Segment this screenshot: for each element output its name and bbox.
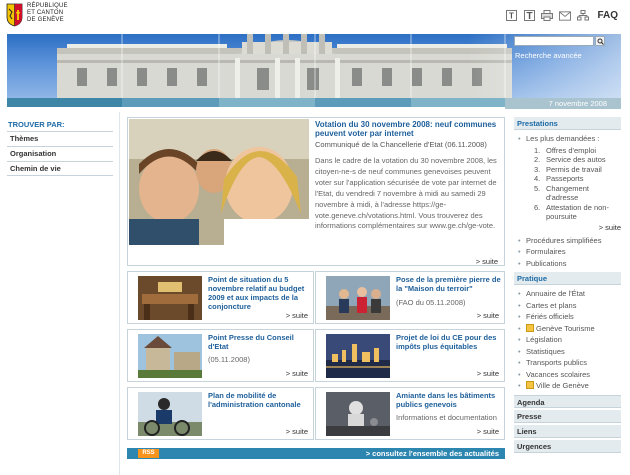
prestations-list: Les plus demandées : (514, 130, 621, 145)
list-item[interactable]: Transports publics (518, 357, 621, 369)
list-item[interactable]: Annuaire de l'État (518, 288, 621, 300)
print-icon[interactable] (541, 10, 554, 21)
news-title[interactable]: Amiante dans les bâtiments publics genev… (396, 391, 501, 409)
agenda-heading[interactable]: Agenda (514, 394, 621, 408)
search-button[interactable] (595, 36, 605, 46)
news-item: Projet de loi du CE pour des impôts plus… (315, 329, 505, 382)
header-tools: T T FAQ (505, 10, 618, 21)
tourism-icon (526, 323, 534, 332)
nav-item-chemin-de-vie[interactable]: Chemin de vie (7, 161, 113, 176)
nav-item-themes[interactable]: Thèmes (7, 131, 113, 146)
list-item[interactable]: 4. Passeports (534, 174, 621, 184)
pratique-links: Annuaire de l'État Cartes et plans Férié… (514, 285, 621, 395)
news-item: Pose de la première pierre de la "Maison… (315, 271, 505, 324)
news-title[interactable]: Point Presse du Conseil d'Etat (208, 333, 313, 351)
news-subtitle: (FAO du 05.11.2008) (396, 298, 466, 307)
list-item[interactable]: Ville de Genève (518, 380, 621, 392)
news-more-link[interactable]: > suite (286, 427, 308, 436)
list-item[interactable]: Formulaires (518, 246, 621, 258)
search-icon (597, 38, 604, 45)
prestations-links: Procédures simplifiées Formulaires Publi… (514, 234, 621, 273)
news-photo[interactable] (326, 276, 390, 320)
news-photo[interactable] (326, 392, 390, 436)
featured-article: Votation du 30 novembre 2008: neuf commu… (127, 117, 505, 266)
all-news-link[interactable]: > consultez l'ensemble des actualités (366, 448, 499, 459)
news-title[interactable]: Projet de loi du CE pour des impôts plus… (396, 333, 501, 351)
city-icon (526, 381, 534, 389)
featured-title[interactable]: Votation du 30 novembre 2008: neuf commu… (315, 120, 503, 138)
news-more-link[interactable]: > suite (477, 311, 499, 320)
list-item[interactable]: Procédures simplifiées (518, 235, 621, 247)
logo-line-2: ET CANTON (27, 10, 64, 16)
list-item[interactable]: 2. Service des autos (534, 155, 621, 165)
most-requested-label: Les plus demandées : (518, 133, 621, 145)
logo-line-3: DE GENÈVE (27, 17, 64, 23)
news-subtitle: Informations et documentation (396, 413, 497, 422)
sitemap-icon[interactable] (577, 10, 590, 21)
logo-line-1: RÉPUBLIQUE (27, 3, 68, 9)
geneva-crest-icon (6, 3, 23, 27)
pratique-heading[interactable]: Pratique (514, 272, 621, 285)
list-item[interactable]: 1. Offres d'emploi (534, 146, 621, 156)
svg-text:T: T (526, 11, 532, 21)
advanced-search-link[interactable]: Recherche avancée (515, 51, 582, 60)
rss-icon[interactable]: RSS (138, 449, 159, 458)
list-item[interactable]: Cartes et plans (518, 300, 621, 312)
news-item: Amiante dans les bâtiments publics genev… (315, 387, 505, 440)
current-date: 7 novembre 2008 (505, 98, 621, 109)
find-by-heading: TROUVER PAR: (8, 120, 65, 129)
news-item: Point de situation du 5 novembre relatif… (127, 271, 314, 324)
news-title[interactable]: Pose de la première pierre de la "Maison… (396, 275, 501, 293)
list-item[interactable]: 3. Permis de travail (534, 165, 621, 175)
list-item[interactable]: Statistiques (518, 346, 621, 358)
presse-heading[interactable]: Presse (514, 409, 621, 423)
left-navigation: TROUVER PAR: Thèmes Organisation Chemin … (7, 119, 113, 176)
search-input[interactable] (514, 36, 594, 46)
geneva-logo[interactable]: RÉPUBLIQUE ET CANTON DE GENÈVE (6, 3, 68, 27)
news-more-link[interactable]: > suite (286, 311, 308, 320)
news-title[interactable]: Plan de mobilité de l'administration can… (208, 391, 313, 409)
news-photo[interactable] (326, 334, 390, 378)
nav-item-organisation[interactable]: Organisation (7, 146, 113, 161)
news-photo[interactable] (138, 276, 202, 320)
news-footer-bar: RSS > consultez l'ensemble des actualité… (127, 448, 505, 459)
list-item[interactable]: Genève Tourisme (518, 323, 621, 335)
logo-text: RÉPUBLIQUE ET CANTON DE GENÈVE (27, 3, 68, 24)
list-item[interactable]: 6. Attestation de non-poursuite (534, 203, 621, 222)
news-subtitle: (05.11.2008) (208, 355, 250, 364)
news-more-link[interactable]: > suite (477, 369, 499, 378)
prestations-more-link[interactable]: > suite (514, 222, 621, 234)
featured-more-link[interactable]: > suite (476, 257, 498, 266)
news-more-link[interactable]: > suite (286, 369, 308, 378)
news-photo[interactable] (138, 334, 202, 378)
featured-body: Dans le cadre de la votation du 30 novem… (315, 156, 497, 231)
list-item[interactable]: Publications (518, 258, 621, 270)
urgences-heading[interactable]: Urgences (514, 439, 621, 453)
list-item[interactable]: Vacances scolaires (518, 369, 621, 381)
site-header: RÉPUBLIQUE ET CANTON DE GENÈVE T T FAQ (0, 0, 630, 34)
list-item[interactable]: 5. Changement d'adresse (534, 184, 621, 203)
featured-subtitle: Communiqué de la Chancellerie d'Etat (06… (315, 140, 487, 149)
most-requested-list: 1. Offres d'emploi 2. Service des autos 3.… (514, 145, 621, 222)
list-item[interactable]: Législation (518, 334, 621, 346)
list-item[interactable]: Fériés officiels (518, 311, 621, 323)
svg-text:T: T (509, 12, 514, 21)
news-item: Plan de mobilité de l'administration can… (127, 387, 314, 440)
news-photo[interactable] (138, 392, 202, 436)
mail-icon[interactable] (559, 10, 572, 21)
column-divider (119, 112, 120, 475)
faq-link[interactable]: FAQ (597, 10, 618, 21)
featured-photo[interactable] (129, 119, 309, 245)
prestations-heading[interactable]: Prestations (514, 117, 621, 130)
news-more-link[interactable]: > suite (477, 427, 499, 436)
text-larger-icon[interactable]: T (523, 10, 535, 21)
news-item: Point Presse du Conseil d'Etat (05.11.20… (127, 329, 314, 382)
news-title[interactable]: Point de situation du 5 novembre relatif… (208, 275, 313, 311)
text-smaller-icon[interactable]: T (505, 10, 517, 21)
right-sidebar: Prestations Les plus demandées : 1.Offre… (514, 117, 621, 453)
liens-heading[interactable]: Liens (514, 424, 621, 438)
